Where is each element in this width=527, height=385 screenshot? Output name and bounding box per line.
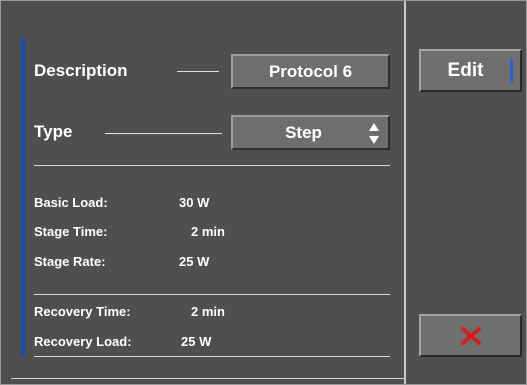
panel-divider: [404, 1, 406, 384]
recovery-time-value: 2 min: [191, 304, 225, 319]
up-down-arrows-icon[interactable]: [368, 122, 380, 146]
section-divider-2: [34, 294, 390, 295]
edit-button[interactable]: Edit: [419, 49, 522, 92]
type-label: Type: [34, 122, 73, 141]
recovery-time-label: Recovery Time:: [34, 304, 131, 319]
section-divider-3: [34, 356, 390, 357]
recovery-load-label: Recovery Load:: [34, 334, 132, 349]
type-value: Step: [285, 122, 322, 142]
edit-focus-marker: [510, 59, 513, 83]
section-divider-1: [34, 165, 390, 166]
stage-rate-value: 25 W: [179, 254, 210, 269]
description-value: Protocol 6: [268, 61, 353, 81]
edit-button-label: Edit: [447, 59, 484, 81]
protocol-screen: Description Protocol 6 Type Step Basic L…: [0, 0, 527, 385]
type-leader-line: [105, 133, 222, 134]
stage-time-value: 2 min: [191, 224, 225, 239]
stage-time-label: Stage Time:: [34, 224, 108, 239]
basic-load-label: Basic Load:: [34, 195, 108, 210]
bottom-divider: [11, 378, 404, 379]
description-label: Description: [34, 61, 128, 80]
cancel-button[interactable]: [419, 314, 522, 357]
basic-load-value: 30 W: [179, 195, 210, 210]
close-icon: [460, 326, 481, 345]
description-field[interactable]: Protocol 6: [231, 54, 390, 89]
recovery-load-value: 25 W: [181, 334, 212, 349]
description-leader-line: [177, 71, 219, 72]
type-select[interactable]: Step: [231, 115, 390, 150]
selection-accent-bar: [21, 38, 25, 356]
stage-rate-label: Stage Rate:: [34, 254, 106, 269]
